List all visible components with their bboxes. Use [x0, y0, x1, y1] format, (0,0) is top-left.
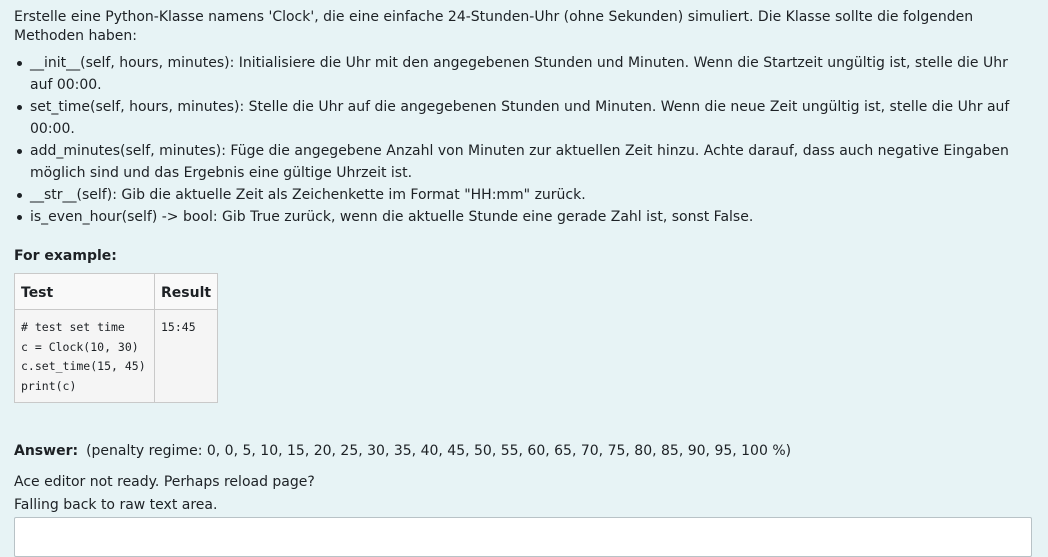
for-example-heading: For example:	[14, 248, 117, 264]
editor-notice: Ace editor not ready. Perhaps reload pag…	[14, 471, 1034, 517]
editor-notice-line1: Ace editor not ready. Perhaps reload pag…	[14, 474, 315, 490]
penalty-regime: (penalty regime: 0, 0, 5, 10, 15, 20, 25…	[86, 443, 792, 459]
column-header-test: Test	[14, 273, 155, 310]
table-row: # test set time c = Clock(10, 30) c.set_…	[14, 309, 219, 403]
examples-table: Test Result # test set time c = Clock(10…	[14, 273, 219, 403]
result-cell: 15:45	[153, 309, 219, 403]
method-item-add-minutes: add_minutes(self, minutes): Füge die ang…	[17, 140, 1034, 184]
column-header-result: Result	[153, 273, 219, 310]
method-item-str: __str__(self): Gib die aktuelle Zeit als…	[17, 184, 1034, 206]
method-list: __init__(self, hours, minutes): Initiali…	[14, 52, 1034, 228]
method-item-set-time: set_time(self, hours, minutes): Stelle d…	[17, 96, 1034, 140]
question-panel: Erstelle eine Python-Klasse namens 'Cloc…	[0, 0, 1048, 557]
answer-textarea[interactable]	[14, 517, 1032, 557]
examples-header-row: Test Result	[14, 273, 219, 310]
answer-header: Answer: (penalty regime: 0, 0, 5, 10, 15,…	[14, 443, 1034, 459]
method-item-is-even-hour: is_even_hour(self) -> bool: Gib True zur…	[17, 206, 1034, 228]
question-intro: Erstelle eine Python-Klasse namens 'Cloc…	[14, 9, 974, 44]
editor-notice-line2: Falling back to raw text area.	[14, 497, 218, 513]
test-code-cell: # test set time c = Clock(10, 30) c.set_…	[14, 309, 155, 403]
answer-label: Answer:	[14, 443, 79, 459]
method-item-init: __init__(self, hours, minutes): Initiali…	[17, 52, 1034, 96]
